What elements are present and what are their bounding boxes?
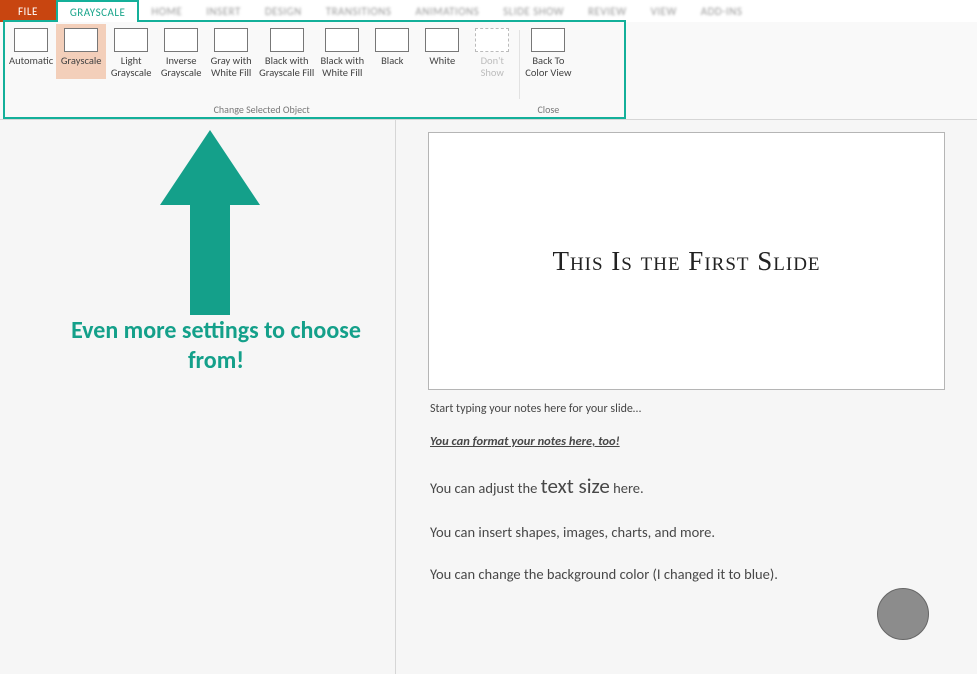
ribbon-group-close-label: Close	[537, 103, 559, 119]
grayscale-button[interactable]: Grayscale	[56, 24, 106, 79]
slide-panel[interactable]: Even more settings to choose from!	[0, 120, 396, 674]
tab-grayscale[interactable]: GRAYSCALE	[56, 0, 140, 22]
grayscale-icon	[64, 28, 98, 52]
automatic-button[interactable]: Automatic	[6, 24, 56, 79]
inserted-circle-shape[interactable]	[877, 588, 929, 640]
notes-text-c: here.	[610, 479, 644, 497]
dont-show-label: Don't Show	[481, 55, 504, 79]
notes-placeholder: Start typing your notes here for your sl…	[430, 402, 943, 416]
notes-bg-line: You can change the background color (I c…	[430, 565, 943, 583]
white-label: White	[429, 55, 455, 79]
notes-pane[interactable]: Start typing your notes here for your sl…	[396, 398, 977, 583]
black-button[interactable]: Black	[367, 24, 417, 79]
tab-design[interactable]: DESIGN	[253, 0, 314, 22]
ribbon: Automatic Grayscale Light Grayscale Inve…	[0, 22, 977, 120]
notes-formatted-line: You can format your notes here, too!	[430, 434, 943, 449]
gray-white-fill-icon	[214, 28, 248, 52]
gray-white-fill-button[interactable]: Gray with White Fill	[206, 24, 256, 79]
tab-animations[interactable]: ANIMATIONS	[403, 0, 491, 22]
back-to-color-icon	[531, 28, 565, 52]
dont-show-button[interactable]: Don't Show	[467, 24, 517, 79]
ribbon-group-change: Automatic Grayscale Light Grayscale Inve…	[6, 24, 517, 119]
dont-show-icon	[475, 28, 509, 52]
notes-shapes-line: You can insert shapes, images, charts, a…	[430, 523, 943, 541]
tab-transitions[interactable]: TRANSITIONS	[314, 0, 404, 22]
black-label: Black	[381, 55, 403, 79]
tab-home[interactable]: HOME	[139, 0, 194, 22]
gray-white-fill-label: Gray with White Fill	[211, 55, 252, 79]
ribbon-separator	[519, 30, 520, 99]
slide-title: This Is the First Slide	[552, 246, 820, 277]
black-white-fill-icon	[325, 28, 359, 52]
black-grayscale-fill-icon	[270, 28, 304, 52]
light-grayscale-icon	[114, 28, 148, 52]
black-white-fill-label: Black with White Fill	[320, 55, 364, 79]
white-button[interactable]: White	[417, 24, 467, 79]
black-grayscale-fill-button[interactable]: Black with Grayscale Fill	[256, 24, 317, 79]
annotation-text: Even more settings to choose from!	[56, 316, 376, 376]
editor-pane: This Is the First Slide Start typing you…	[396, 120, 977, 674]
automatic-icon	[14, 28, 48, 52]
slide-canvas[interactable]: This Is the First Slide	[428, 132, 945, 390]
tab-slideshow[interactable]: SLIDE SHOW	[491, 0, 576, 22]
automatic-label: Automatic	[9, 55, 53, 79]
black-icon	[375, 28, 409, 52]
inverse-grayscale-button[interactable]: Inverse Grayscale	[156, 24, 206, 79]
inverse-grayscale-label: Inverse Grayscale	[161, 55, 202, 79]
ribbon-group-close: Back To Color View Close	[522, 24, 574, 119]
notes-textsize-line: You can adjust the text size here.	[430, 473, 943, 499]
light-grayscale-button[interactable]: Light Grayscale	[106, 24, 156, 79]
tab-file[interactable]: FILE	[0, 0, 56, 22]
light-grayscale-label: Light Grayscale	[111, 55, 152, 79]
back-to-color-label: Back To Color View	[525, 55, 571, 79]
tab-view[interactable]: VIEW	[639, 0, 689, 22]
white-icon	[425, 28, 459, 52]
tab-addins[interactable]: ADD-INS	[689, 0, 755, 22]
ribbon-tabs: FILE GRAYSCALE HOME INSERT DESIGN TRANSI…	[0, 0, 977, 22]
grayscale-label: Grayscale	[61, 55, 102, 79]
inverse-grayscale-icon	[164, 28, 198, 52]
content-area: Even more settings to choose from! This …	[0, 120, 977, 674]
arrow-annotation-icon	[160, 130, 260, 320]
tab-insert[interactable]: INSERT	[194, 0, 253, 22]
notes-text-a: You can adjust the	[430, 479, 541, 497]
black-grayscale-fill-label: Black with Grayscale Fill	[259, 55, 314, 79]
tab-review[interactable]: REVIEW	[576, 0, 639, 22]
back-to-color-button[interactable]: Back To Color View	[522, 24, 574, 79]
black-white-fill-button[interactable]: Black with White Fill	[317, 24, 367, 79]
notes-text-big: text size	[541, 473, 610, 499]
ribbon-group-change-label: Change Selected Object	[214, 103, 310, 119]
